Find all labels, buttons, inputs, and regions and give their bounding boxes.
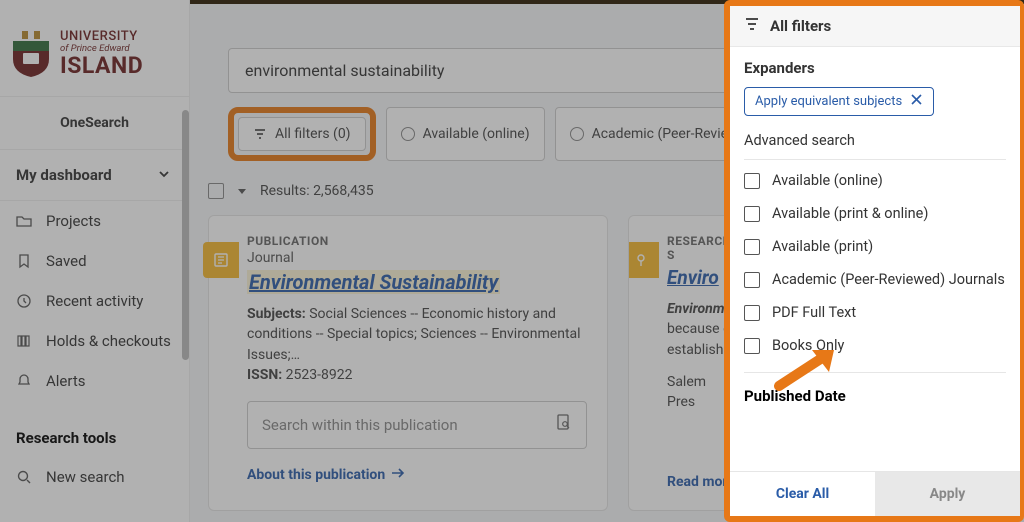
sidebar-item-alerts[interactable]: Alerts xyxy=(0,361,189,401)
panel-title: All filters xyxy=(770,17,831,35)
panel-footer: Clear All Apply xyxy=(730,471,1020,516)
filter-icon xyxy=(744,16,760,36)
body-line: Environme xyxy=(667,301,732,317)
folder-icon xyxy=(16,213,32,229)
all-filters-button[interactable]: All filters (0) xyxy=(238,117,366,151)
checkbox-icon xyxy=(744,173,760,189)
card-type-label: PUBLICATION xyxy=(247,234,587,248)
sidebar-item-label: Saved xyxy=(46,252,87,270)
chip-label: Available (online) xyxy=(423,126,530,142)
sidebar-item-label: Holds & checkouts xyxy=(46,332,171,350)
filter-option-label: PDF Full Text xyxy=(772,304,856,321)
published-date-label: Published Date xyxy=(744,387,846,405)
research-icon xyxy=(628,242,659,278)
expanders-heading: Expanders xyxy=(744,59,1006,77)
panel-header: All filters xyxy=(730,6,1020,47)
radio-icon xyxy=(570,127,584,141)
radio-icon xyxy=(401,127,415,141)
card-subtype: Journal xyxy=(247,250,587,266)
all-filters-highlight: All filters (0) xyxy=(228,107,376,161)
checkbox-icon xyxy=(744,272,760,288)
search-icon xyxy=(16,469,32,485)
results-count: Results: 2,568,435 xyxy=(260,183,374,199)
result-title-link[interactable]: Environmental Sustainability xyxy=(247,270,500,294)
issn-label: ISSN: xyxy=(247,367,282,383)
sidebar-item-label: Recent activity xyxy=(46,292,143,310)
filter-icon xyxy=(253,127,267,141)
books-icon xyxy=(16,333,32,349)
publication-icon xyxy=(203,242,239,278)
sidebar-item-saved[interactable]: Saved xyxy=(0,241,189,281)
expander-chip[interactable]: Apply equivalent subjects xyxy=(744,87,934,116)
all-filters-panel: All filters Expanders Apply equivalent s… xyxy=(724,0,1024,522)
expander-chip-label: Apply equivalent subjects xyxy=(755,94,902,109)
sidebar-scrollbar[interactable] xyxy=(182,0,189,522)
sidebar-item-label: Alerts xyxy=(46,372,86,390)
filter-option-books-only[interactable]: Books Only xyxy=(744,329,1006,362)
sidebar-item-recent[interactable]: Recent activity xyxy=(0,281,189,321)
result-card-research[interactable]: RESEARCH S Enviro Environme because of e… xyxy=(628,215,738,511)
all-filters-label: All filters (0) xyxy=(275,126,351,142)
arrow-right-icon xyxy=(391,467,405,483)
institution-logo: UNIVERSITY of Prince Edward ISLAND xyxy=(0,24,189,96)
filter-option-pdf-fulltext[interactable]: PDF Full Text xyxy=(744,296,1006,329)
checkbox-icon xyxy=(744,305,760,321)
bell-icon xyxy=(16,373,32,389)
sidebar-item-holds[interactable]: Holds & checkouts xyxy=(0,321,189,361)
filter-option-available-print[interactable]: Available (print) xyxy=(744,230,1006,263)
select-dropdown-icon[interactable] xyxy=(238,189,246,194)
sidebar-item-new-search[interactable]: New search xyxy=(0,457,189,497)
about-publication-link[interactable]: About this publication xyxy=(247,467,405,483)
chip-available-online[interactable]: Available (online) xyxy=(386,107,545,161)
subjects-label: Subjects: xyxy=(247,306,306,322)
sidebar-item-label: New search xyxy=(46,468,125,486)
result-title-link[interactable]: Enviro xyxy=(667,266,719,289)
apply-button[interactable]: Apply xyxy=(875,472,1020,516)
issn-value: 2523-8922 xyxy=(282,367,352,383)
sidebar: UNIVERSITY of Prince Edward ISLAND OneSe… xyxy=(0,0,190,522)
my-dashboard-toggle[interactable]: My dashboard xyxy=(0,149,189,201)
search-within-placeholder: Search within this publication xyxy=(262,416,458,434)
checkbox-icon xyxy=(744,206,760,222)
history-icon xyxy=(16,293,32,309)
chevron-down-icon xyxy=(157,167,173,183)
result-card-publication[interactable]: PUBLICATION Journal Environmental Sustai… xyxy=(208,215,608,511)
dashboard-label: My dashboard xyxy=(16,166,112,184)
select-all-checkbox[interactable] xyxy=(208,183,224,199)
research-tools-heading: Research tools xyxy=(0,401,189,457)
advanced-search-link[interactable]: Advanced search xyxy=(744,132,1006,149)
checkbox-icon xyxy=(744,338,760,354)
search-within-input[interactable]: Search within this publication xyxy=(247,401,587,449)
filter-option-academic-journals[interactable]: Academic (Peer-Reviewed) Journals xyxy=(744,263,1006,296)
onesearch-label[interactable]: OneSearch xyxy=(0,96,189,149)
filter-option-label: Academic (Peer-Reviewed) Journals xyxy=(772,271,1005,288)
filter-option-label: Available (online) xyxy=(772,172,883,189)
shield-icon xyxy=(10,31,52,77)
logo-line1: UNIVERSITY xyxy=(60,30,143,44)
clear-all-button[interactable]: Clear All xyxy=(730,472,875,516)
filter-option-available-online[interactable]: Available (online) xyxy=(744,164,1006,197)
document-search-icon xyxy=(556,414,572,436)
filter-option-available-print-online[interactable]: Available (print & online) xyxy=(744,197,1006,230)
close-icon[interactable] xyxy=(910,93,923,110)
logo-line3: ISLAND xyxy=(60,54,143,78)
bookmark-icon xyxy=(16,253,32,269)
published-date-section[interactable]: Published Date xyxy=(744,372,1006,411)
footer-label: About this publication xyxy=(247,467,385,483)
filter-option-label: Available (print & online) xyxy=(772,205,928,222)
filter-option-label: Books Only xyxy=(772,337,844,354)
card-body: Subjects: Social Sciences -- Economic hi… xyxy=(247,304,587,385)
checkbox-icon xyxy=(744,239,760,255)
press-line: Salem Pres xyxy=(667,374,706,410)
sidebar-item-projects[interactable]: Projects xyxy=(0,201,189,241)
filter-option-label: Available (print) xyxy=(772,238,873,255)
sidebar-item-label: Projects xyxy=(46,212,101,230)
